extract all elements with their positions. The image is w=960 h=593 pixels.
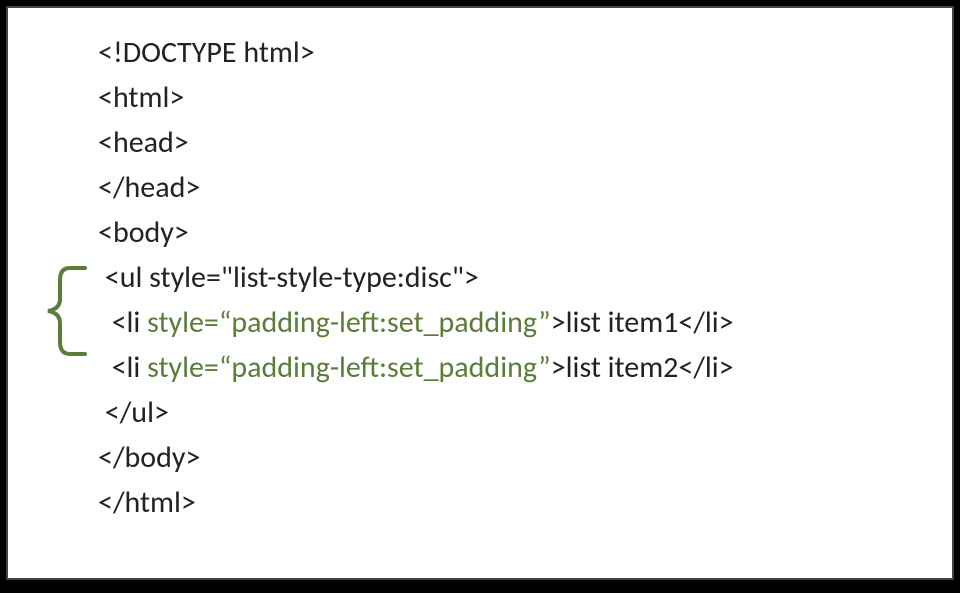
code-line: <li style=“padding-left:set_padding”>lis… xyxy=(98,304,734,341)
code-line: </html> xyxy=(98,484,196,521)
code-attr: style=“padding-left:set_padding” xyxy=(147,349,551,386)
code-line: <head> xyxy=(98,124,189,161)
code-attr: style=“padding-left:set_padding” xyxy=(147,304,551,341)
code-line: <li style=“padding-left:set_padding”>lis… xyxy=(98,349,734,386)
code-frame: <!DOCTYPE html> <html> <head> </head> <b… xyxy=(6,6,954,580)
curly-bracket-icon xyxy=(40,266,90,356)
code-line: <ul style="list-style-type:disc"> xyxy=(98,259,479,296)
code-line: </ul> xyxy=(98,394,169,431)
code-seg: >list item1</li> xyxy=(551,304,734,341)
code-seg: >list item2</li> xyxy=(551,349,734,386)
code-seg: <li xyxy=(98,304,147,341)
code-block: <!DOCTYPE html> <html> <head> </head> <b… xyxy=(98,30,932,525)
code-line: <html> xyxy=(98,79,184,116)
code-line: </body> xyxy=(98,439,200,476)
code-line: </head> xyxy=(98,169,200,206)
code-line: <body> xyxy=(98,214,189,251)
code-seg: <li xyxy=(98,349,147,386)
code-line: <!DOCTYPE html> xyxy=(98,34,315,71)
